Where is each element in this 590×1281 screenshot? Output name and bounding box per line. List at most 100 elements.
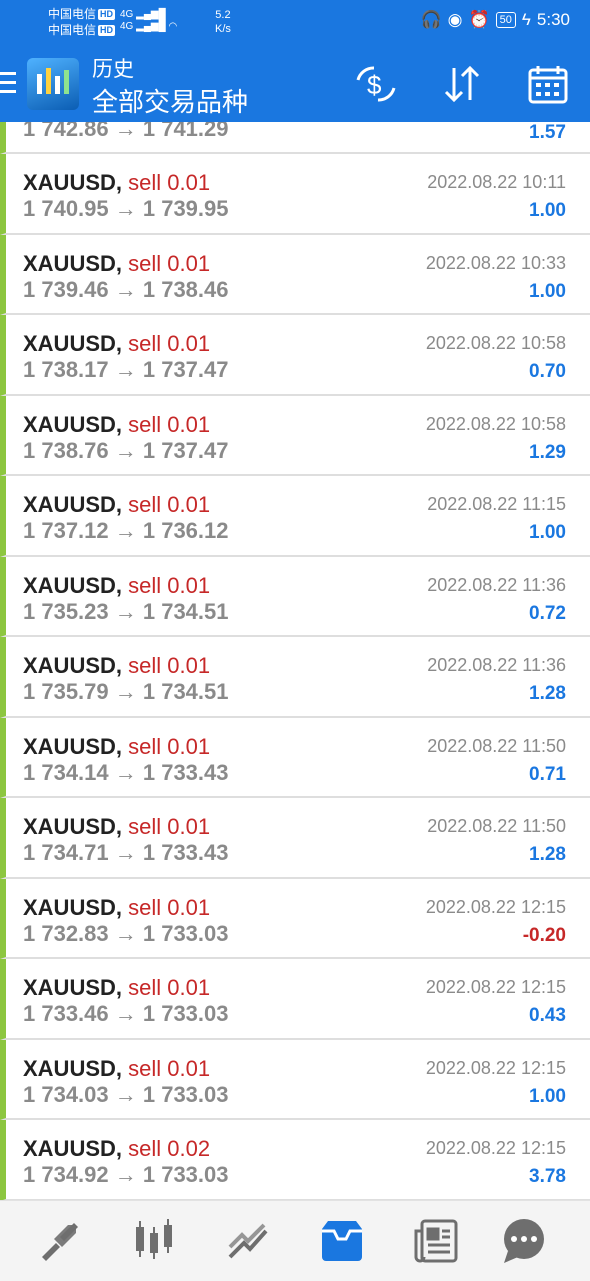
profit-value: 1.28 [529, 844, 566, 865]
list-item[interactable]: XAUUSD, sell 0.01 2022.08.22 12:15 1 733.4… [0, 959, 590, 1040]
chart-icon[interactable] [130, 1217, 178, 1265]
calendar-icon[interactable] [526, 62, 570, 106]
symbol-name: XAUUSD, [23, 250, 123, 276]
network-type: 4G [120, 9, 134, 20]
trade-symbol: XAUUSD, sell 0.01 [23, 814, 210, 840]
hd-badge: HD [98, 25, 116, 37]
inbox-icon[interactable] [318, 1217, 366, 1265]
price-range: 1 740.95 → 1 739.95 [23, 196, 229, 221]
symbol-name: XAUUSD, [23, 894, 123, 920]
symbol-name: XAUUSD, [23, 814, 123, 839]
trade-date: 2022.08.22 11:50 [427, 816, 566, 836]
alarm-icon: ⏰ [468, 10, 490, 29]
list-item[interactable]: XAUUSD, sell 0.01 2022.08.22 10:11 1 740.9… [0, 154, 590, 235]
trade-symbol: XAUUSD, sell 0.02 [23, 1136, 210, 1162]
status-right: 🎧 ◉ ⏰ 50 ϟ 5:30 [420, 10, 570, 30]
symbol-name: XAUUSD, [23, 1136, 123, 1161]
currency-exchange-icon[interactable]: $ [354, 62, 398, 106]
list-item[interactable]: XAUUSD, sell 0.01 2022.08.22 11:36 1 735.2… [0, 556, 590, 637]
trade-type: sell 0.01 [128, 250, 211, 276]
price-range: 1 735.23 → 1 734.51 [23, 598, 229, 624]
symbol-name: XAUUSD, [23, 170, 123, 195]
carrier-info: 中国电信 HD 中国电信 HD [48, 6, 116, 38]
app-header: 历史 全部交易品种 $ [0, 44, 590, 122]
list-item[interactable]: XAUUSD, sell 0.01 2022.08.22 12:15 1 732.8… [0, 878, 590, 959]
symbol-filter[interactable]: 全部交易品种 [92, 82, 248, 119]
hd-badge: HD [98, 9, 116, 21]
symbol-name: XAUUSD, [23, 331, 123, 356]
trade-symbol: XAUUSD, sell 0.01 [23, 653, 210, 679]
price-range: 1 732.83 → 1 733.03 [23, 920, 229, 946]
trade-icon[interactable] [36, 1217, 84, 1265]
trade-date: 2022.08.22 11:50 [427, 735, 566, 756]
profit-value: 1.57 [529, 122, 566, 143]
trade-type: sell 0.01 [128, 733, 211, 759]
list-item[interactable]: XAUUSD, sell 0.01 2022.08.22 11:15 1 737.1… [0, 476, 590, 557]
app-logo[interactable] [27, 58, 79, 110]
symbol-name: XAUUSD, [23, 975, 123, 1000]
trade-symbol: XAUUSD, sell 0.01 [23, 975, 210, 1001]
news-icon[interactable] [412, 1217, 460, 1265]
trade-date: 2022.08.22 12:15 [425, 977, 566, 997]
eye-icon: ◉ [447, 10, 463, 29]
price-range: 1 734.03 → 1 733.03 [23, 1081, 229, 1107]
trade-date: 2022.08.22 10:11 [427, 172, 566, 192]
trade-type: sell 0.01 [128, 572, 211, 598]
history-icon[interactable] [224, 1217, 272, 1265]
profit-value: -0.20 [522, 924, 566, 946]
profit-value: 0.71 [529, 763, 566, 785]
menu-icon[interactable] [0, 72, 16, 94]
chat-icon[interactable] [500, 1217, 548, 1265]
list-item[interactable]: XAUUSD, sell 0.01 2022.08.22 10:58 1 738.1… [0, 315, 590, 396]
symbol-name: XAUUSD, [23, 572, 123, 598]
profit-value: 1.00 [529, 522, 566, 543]
trade-type: sell 0.01 [128, 170, 211, 195]
trade-date: 2022.08.22 11:36 [427, 655, 566, 675]
trade-type: sell 0.01 [128, 1055, 211, 1081]
trade-date: 2022.08.22 10:33 [425, 252, 566, 273]
symbol-name: XAUUSD, [23, 492, 123, 517]
network-speed: 5.2 K/s [215, 8, 231, 36]
carrier-label: 中国电信 [48, 23, 97, 37]
trade-history-list[interactable]: 1 742.86 → 1 741.29 1.57 XAUUSD, sell 0.… [0, 122, 590, 1200]
price-range: 1 734.92 → 1 733.03 [23, 1162, 229, 1187]
trade-symbol: XAUUSD, sell 0.01 [23, 331, 210, 357]
profit-value: 0.72 [529, 602, 566, 624]
trade-symbol: XAUUSD, sell 0.01 [23, 170, 210, 196]
trade-date: 2022.08.22 12:15 [425, 1057, 566, 1078]
profit-value: 1.29 [529, 441, 566, 463]
price-range: 1 738.17 → 1 737.47 [23, 357, 229, 382]
profit-value: 0.43 [529, 1005, 566, 1026]
network-type: 4G [120, 21, 134, 32]
symbol-name: XAUUSD, [23, 653, 123, 678]
carrier-label: 中国电信 [48, 7, 97, 21]
list-item[interactable]: XAUUSD, sell 0.01 2022.08.22 11:36 1 735.7… [0, 637, 590, 718]
trade-symbol: XAUUSD, sell 0.01 [23, 895, 210, 921]
list-item[interactable]: XAUUSD, sell 0.01 2022.08.22 11:50 1 734.7… [0, 798, 590, 879]
trade-date: 2022.08.22 12:15 [425, 896, 566, 917]
trade-type: sell 0.01 [128, 894, 211, 920]
profit-value: 1.00 [529, 280, 566, 302]
symbol-name: XAUUSD, [23, 1055, 123, 1081]
price-range: 1 737.12 → 1 736.12 [23, 518, 229, 543]
list-item[interactable]: XAUUSD, sell 0.01 2022.08.22 10:33 1 739.4… [0, 234, 590, 315]
headphones-icon: 🎧 [420, 10, 442, 29]
bottom-navigation [0, 1200, 590, 1281]
screen-title: 历史 [92, 58, 134, 81]
svg-text:$: $ [367, 70, 382, 100]
trade-symbol: XAUUSD, sell 0.01 [23, 251, 210, 277]
list-item[interactable]: XAUUSD, sell 0.02 2022.08.22 12:15 1 734.9… [0, 1120, 590, 1200]
list-item[interactable]: XAUUSD, sell 0.01 2022.08.22 11:50 1 734.1… [0, 717, 590, 798]
list-item[interactable]: XAUUSD, sell 0.01 2022.08.22 10:58 1 738.7… [0, 395, 590, 476]
sort-icon[interactable] [440, 62, 484, 106]
trade-date: 2022.08.22 11:15 [427, 494, 566, 514]
trade-symbol: XAUUSD, sell 0.01 [23, 412, 210, 438]
list-item[interactable]: XAUUSD, sell 0.01 2022.08.22 12:15 1 734.0… [0, 1039, 590, 1120]
trade-symbol: XAUUSD, sell 0.01 [23, 573, 210, 599]
status-bar: 中国电信 HD 中国电信 HD 4G ▂▄▆█ 4G ▂▄▆█ ◠ 5.2 K/s … [0, 0, 590, 44]
trade-type: sell 0.01 [128, 411, 211, 437]
profit-value: 1.00 [529, 200, 566, 221]
profit-value: 0.70 [529, 361, 566, 382]
price-range: 1 738.76 → 1 737.47 [23, 437, 229, 463]
list-item[interactable]: 1 742.86 → 1 741.29 1.57 [0, 122, 590, 154]
